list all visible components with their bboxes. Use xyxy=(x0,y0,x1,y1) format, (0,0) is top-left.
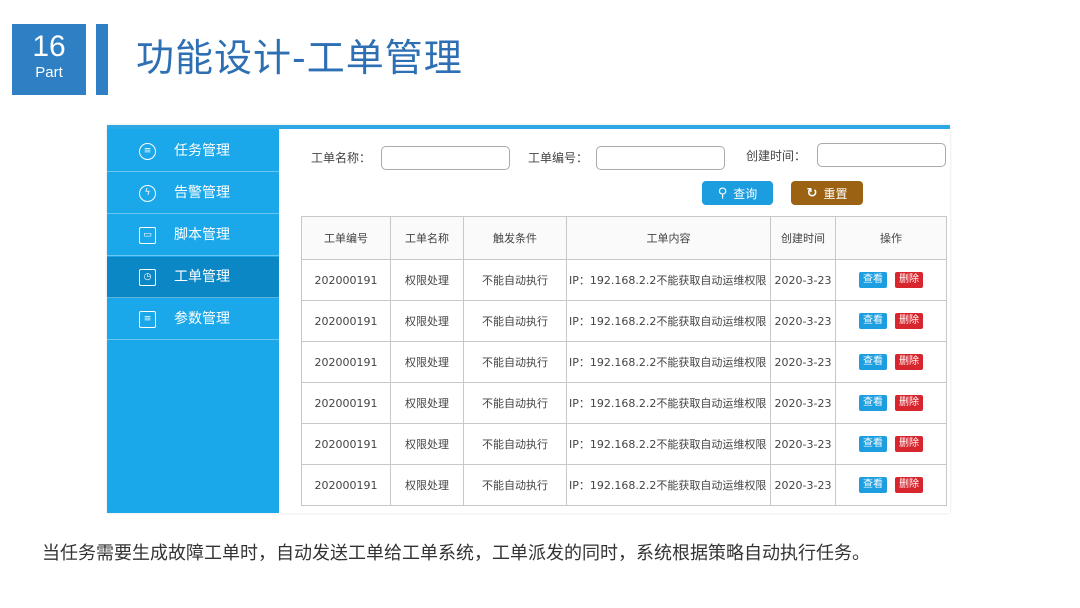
cell-trigger: 不能自动执行 xyxy=(463,423,567,465)
view-button[interactable]: 查看 xyxy=(859,272,887,288)
cell-content: IP：192.168.2.2不能获取自动运维权限 xyxy=(566,259,771,301)
cell-workorder-name: 权限处理 xyxy=(390,423,464,465)
sidebar-item-alarm[interactable]: ϟ 告警管理 xyxy=(107,173,279,214)
workorder-icon: ◷ xyxy=(139,269,156,286)
cell-content: IP：192.168.2.2不能获取自动运维权限 xyxy=(566,464,771,506)
cell-actions: 查看 删除 xyxy=(835,382,947,424)
cell-create-time: 2020-3-23 xyxy=(770,423,836,465)
cell-content: IP：192.168.2.2不能获取自动运维权限 xyxy=(566,423,771,465)
cell-workorder-number: 202000191 xyxy=(301,341,391,383)
workorder-name-input[interactable] xyxy=(381,146,510,170)
view-button[interactable]: 查看 xyxy=(859,313,887,329)
cell-trigger: 不能自动执行 xyxy=(463,341,567,383)
cell-actions: 查看 删除 xyxy=(835,341,947,383)
column-header: 操作 xyxy=(835,216,947,260)
sidebar-item-script[interactable]: ▭ 脚本管理 xyxy=(107,215,279,256)
cell-workorder-number: 202000191 xyxy=(301,259,391,301)
column-header: 工单内容 xyxy=(566,216,771,260)
table-row: 202000191 权限处理 不能自动执行 IP：192.168.2.2不能获取… xyxy=(301,464,947,506)
table-row: 202000191 权限处理 不能自动执行 IP：192.168.2.2不能获取… xyxy=(301,300,947,342)
part-label: Part xyxy=(35,64,63,81)
cell-workorder-number: 202000191 xyxy=(301,300,391,342)
app-window: ≡ 任务管理 ϟ 告警管理 ▭ 脚本管理 ◷ 工单管理 ≡ 参数管理 工单名称：… xyxy=(107,125,950,513)
cell-create-time: 2020-3-23 xyxy=(770,464,836,506)
refresh-icon: ↻ xyxy=(806,185,818,201)
cell-trigger: 不能自动执行 xyxy=(463,259,567,301)
delete-button[interactable]: 删除 xyxy=(895,272,923,288)
slide-title: 功能设计-工单管理 xyxy=(136,36,463,80)
sidebar-item-label: 参数管理 xyxy=(174,311,230,327)
cell-workorder-number: 202000191 xyxy=(301,382,391,424)
task-icon: ≡ xyxy=(139,143,156,160)
cell-trigger: 不能自动执行 xyxy=(463,382,567,424)
table-row: 202000191 权限处理 不能自动执行 IP：192.168.2.2不能获取… xyxy=(301,341,947,383)
cell-actions: 查看 删除 xyxy=(835,300,947,342)
cell-create-time: 2020-3-23 xyxy=(770,382,836,424)
param-icon: ≡ xyxy=(139,311,156,328)
script-icon: ▭ xyxy=(139,227,156,244)
cell-create-time: 2020-3-23 xyxy=(770,259,836,301)
table-row: 202000191 权限处理 不能自动执行 IP：192.168.2.2不能获取… xyxy=(301,259,947,301)
sidebar-item-label: 告警管理 xyxy=(174,185,230,201)
delete-button[interactable]: 删除 xyxy=(895,436,923,452)
delete-button[interactable]: 删除 xyxy=(895,395,923,411)
workorder-table: 工单编号 工单名称 触发条件 工单内容 创建时间 操作 202000191 权限… xyxy=(301,216,947,506)
alarm-icon: ϟ xyxy=(139,185,156,202)
cell-workorder-name: 权限处理 xyxy=(390,382,464,424)
view-button[interactable]: 查看 xyxy=(859,477,887,493)
reset-button-label: 重置 xyxy=(823,186,848,201)
search-button-label: 查询 xyxy=(733,186,758,201)
table-header-row: 工单编号 工单名称 触发条件 工单内容 创建时间 操作 xyxy=(301,216,947,260)
delete-button[interactable]: 删除 xyxy=(895,313,923,329)
workorder-number-label: 工单编号： xyxy=(528,151,589,165)
cell-content: IP：192.168.2.2不能获取自动运维权限 xyxy=(566,300,771,342)
cell-actions: 查看 删除 xyxy=(835,423,947,465)
create-time-input[interactable] xyxy=(817,143,946,167)
slide-caption: 当任务需要生成故障工单时，自动发送工单给工单系统，工单派发的同时，系统根据策略自… xyxy=(42,543,870,564)
cell-content: IP：192.168.2.2不能获取自动运维权限 xyxy=(566,382,771,424)
column-header: 工单编号 xyxy=(301,216,391,260)
cell-workorder-name: 权限处理 xyxy=(390,341,464,383)
table-row: 202000191 权限处理 不能自动执行 IP：192.168.2.2不能获取… xyxy=(301,423,947,465)
cell-content: IP：192.168.2.2不能获取自动运维权限 xyxy=(566,341,771,383)
sidebar-item-task[interactable]: ≡ 任务管理 xyxy=(107,131,279,172)
view-button[interactable]: 查看 xyxy=(859,354,887,370)
delete-button[interactable]: 删除 xyxy=(895,477,923,493)
delete-button[interactable]: 删除 xyxy=(895,354,923,370)
sidebar: ≡ 任务管理 ϟ 告警管理 ▭ 脚本管理 ◷ 工单管理 ≡ 参数管理 xyxy=(107,129,279,513)
view-button[interactable]: 查看 xyxy=(859,395,887,411)
create-time-label: 创建时间： xyxy=(746,149,807,163)
sidebar-item-label: 脚本管理 xyxy=(174,227,230,243)
cell-workorder-number: 202000191 xyxy=(301,464,391,506)
search-button[interactable]: ⚲ 查询 xyxy=(702,181,773,205)
search-icon: ⚲ xyxy=(717,185,728,201)
column-header: 工单名称 xyxy=(390,216,464,260)
cell-trigger: 不能自动执行 xyxy=(463,464,567,506)
cell-create-time: 2020-3-23 xyxy=(770,300,836,342)
column-header: 创建时间 xyxy=(770,216,836,260)
cell-actions: 查看 删除 xyxy=(835,259,947,301)
cell-workorder-name: 权限处理 xyxy=(390,464,464,506)
cell-trigger: 不能自动执行 xyxy=(463,300,567,342)
workorder-name-label: 工单名称： xyxy=(311,151,372,165)
cell-create-time: 2020-3-23 xyxy=(770,341,836,383)
sidebar-item-label: 工单管理 xyxy=(174,269,230,285)
cell-workorder-name: 权限处理 xyxy=(390,300,464,342)
cell-actions: 查看 删除 xyxy=(835,464,947,506)
cell-workorder-number: 202000191 xyxy=(301,423,391,465)
title-accent-bar xyxy=(96,24,108,95)
cell-workorder-name: 权限处理 xyxy=(390,259,464,301)
part-badge: 16 Part xyxy=(12,24,86,95)
part-number: 16 xyxy=(32,30,66,63)
column-header: 触发条件 xyxy=(463,216,567,260)
view-button[interactable]: 查看 xyxy=(859,436,887,452)
sidebar-item-workorder[interactable]: ◷ 工单管理 xyxy=(107,257,279,298)
workorder-number-input[interactable] xyxy=(596,146,725,170)
table-row: 202000191 权限处理 不能自动执行 IP：192.168.2.2不能获取… xyxy=(301,382,947,424)
sidebar-item-label: 任务管理 xyxy=(174,143,230,159)
reset-button[interactable]: ↻ 重置 xyxy=(791,181,863,205)
sidebar-item-param[interactable]: ≡ 参数管理 xyxy=(107,299,279,340)
